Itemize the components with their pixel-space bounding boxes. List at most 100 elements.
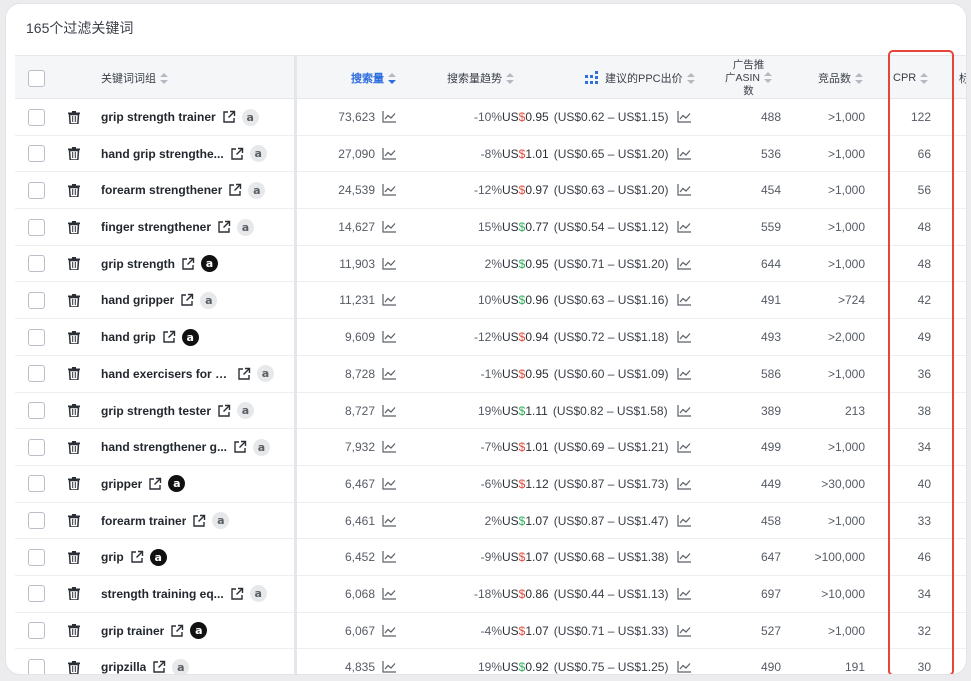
trend-line-icon[interactable] [382,184,396,196]
delete-cell[interactable] [68,503,80,539]
trend-line-icon[interactable] [677,661,691,673]
keyword-text[interactable]: forearm trainer [101,514,186,528]
row-checkbox[interactable] [28,548,45,566]
keyword-cell[interactable]: forearm trainer a [101,503,230,539]
amazon-icon[interactable]: a [190,622,208,640]
row-checkbox-cell[interactable] [28,429,45,465]
delete-cell[interactable] [68,99,80,135]
table-row[interactable]: hand grip a 9,609 -12% US$0.94 (US$0.72 … [15,319,966,356]
row-checkbox[interactable] [28,402,45,419]
trend-chart-button[interactable] [382,319,396,355]
delete-cell[interactable] [68,576,80,612]
row-checkbox[interactable] [28,108,45,126]
trash-icon[interactable] [68,110,80,124]
trend-line-icon[interactable] [677,221,691,233]
keyword-text[interactable]: gripzilla [101,660,146,674]
external-link-icon[interactable] [170,624,184,638]
amazon-icon[interactable]: a [172,658,190,674]
keyword-cell[interactable]: finger strengthener a [101,209,255,245]
trash-icon[interactable] [68,514,80,528]
trend-line-icon[interactable] [382,661,396,673]
keyword-text[interactable]: hand grip strengthe... [101,147,224,161]
trend-line-icon[interactable] [677,441,691,453]
sort-icon[interactable] [686,72,695,84]
table-row[interactable]: grip a 6,452 -9% US$1.07 (US$0.68 – US$1… [15,539,966,576]
frozen-column-divider[interactable] [294,55,297,674]
amazon-icon[interactable]: a [237,218,255,236]
bid-chart-button[interactable] [677,393,691,429]
bid-chart-button[interactable] [677,613,691,649]
keyword-text[interactable]: grip [101,550,124,564]
table-row[interactable]: grip strength tester a 8,727 19% US$1.11… [15,393,966,430]
keyword-cell[interactable]: gripzilla a [101,649,190,674]
table-row[interactable]: hand gripper a 11,231 10% US$0.96 (US$0.… [15,282,966,320]
trend-line-icon[interactable] [382,111,396,123]
trash-icon[interactable] [68,550,80,564]
row-checkbox[interactable] [28,585,45,603]
table-row[interactable]: forearm strengthener a 24,539 -12% US$0.… [15,172,966,210]
trend-chart-button[interactable] [382,613,396,649]
row-checkbox-cell[interactable] [28,503,45,539]
trend-chart-button[interactable] [382,576,396,612]
row-checkbox[interactable] [28,328,45,346]
keyword-text[interactable]: gripper [101,477,142,491]
amazon-icon[interactable]: a [257,365,274,383]
delete-cell[interactable] [68,209,80,245]
row-checkbox-cell[interactable] [28,209,45,245]
trend-line-icon[interactable] [677,331,691,343]
trash-icon[interactable] [68,404,80,417]
header-search-volume[interactable]: 搜索量 [351,56,396,100]
row-checkbox-cell[interactable] [28,356,45,392]
table-row[interactable]: strength training eq... a 6,068 -18% US$… [15,576,966,613]
bid-chart-button[interactable] [677,319,691,355]
header-keyword-group[interactable]: 关键词词组 [101,56,168,100]
trash-icon[interactable] [68,440,80,454]
trend-line-icon[interactable] [677,551,691,563]
keyword-cell[interactable]: forearm strengthener a [101,172,266,208]
row-checkbox-cell[interactable] [28,319,45,355]
trend-line-icon[interactable] [677,367,691,380]
trend-line-icon[interactable] [382,147,396,160]
keyword-cell[interactable]: grip strength trainer a [101,99,259,135]
keyword-text[interactable]: grip strength tester [101,404,211,418]
external-link-icon[interactable] [162,330,176,344]
delete-cell[interactable] [68,429,80,465]
bid-chart-button[interactable] [677,649,691,674]
delete-cell[interactable] [68,172,80,208]
table-row[interactable]: grip trainer a 6,067 -4% US$1.07 (US$0.7… [15,613,966,650]
sort-icon[interactable] [388,72,396,84]
external-link-icon[interactable] [217,220,231,234]
row-checkbox[interactable] [28,291,45,309]
amazon-icon[interactable]: a [168,475,186,493]
row-checkbox[interactable] [28,475,45,493]
delete-cell[interactable] [68,136,80,172]
trend-line-icon[interactable] [382,331,396,343]
trend-line-icon[interactable] [677,404,691,417]
trend-line-icon[interactable] [382,294,396,307]
sort-icon[interactable] [764,72,773,84]
trend-chart-button[interactable] [382,356,396,392]
trash-icon[interactable] [68,330,80,344]
delete-cell[interactable] [68,613,80,649]
keyword-text[interactable]: finger strengthener [101,220,211,234]
delete-cell[interactable] [68,282,80,318]
header-select-all[interactable] [28,56,45,100]
sort-icon[interactable] [160,72,168,84]
delete-cell[interactable] [68,319,80,355]
bid-chart-button[interactable] [677,539,691,575]
bid-chart-button[interactable] [677,503,691,539]
table-row[interactable]: gripzilla a 4,835 19% US$0.92 (US$0.75 –… [15,649,966,674]
row-checkbox-cell[interactable] [28,613,45,649]
bid-chart-button[interactable] [677,246,691,282]
row-checkbox[interactable] [28,365,45,383]
row-checkbox-cell[interactable] [28,393,45,429]
keyword-text[interactable]: hand grip [101,330,156,344]
trend-chart-button[interactable] [382,209,396,245]
trend-line-icon[interactable] [677,587,691,600]
header-ad-asin[interactable]: 广告推 广ASIN 数 [725,56,773,100]
keyword-cell[interactable]: hand strengthener g... a [101,429,271,465]
trash-icon[interactable] [68,293,80,307]
table-row[interactable]: grip strength trainer a 73,623 -10% US$0… [15,99,966,136]
amazon-icon[interactable]: a [249,585,267,603]
keyword-cell[interactable]: grip trainer a [101,613,208,649]
